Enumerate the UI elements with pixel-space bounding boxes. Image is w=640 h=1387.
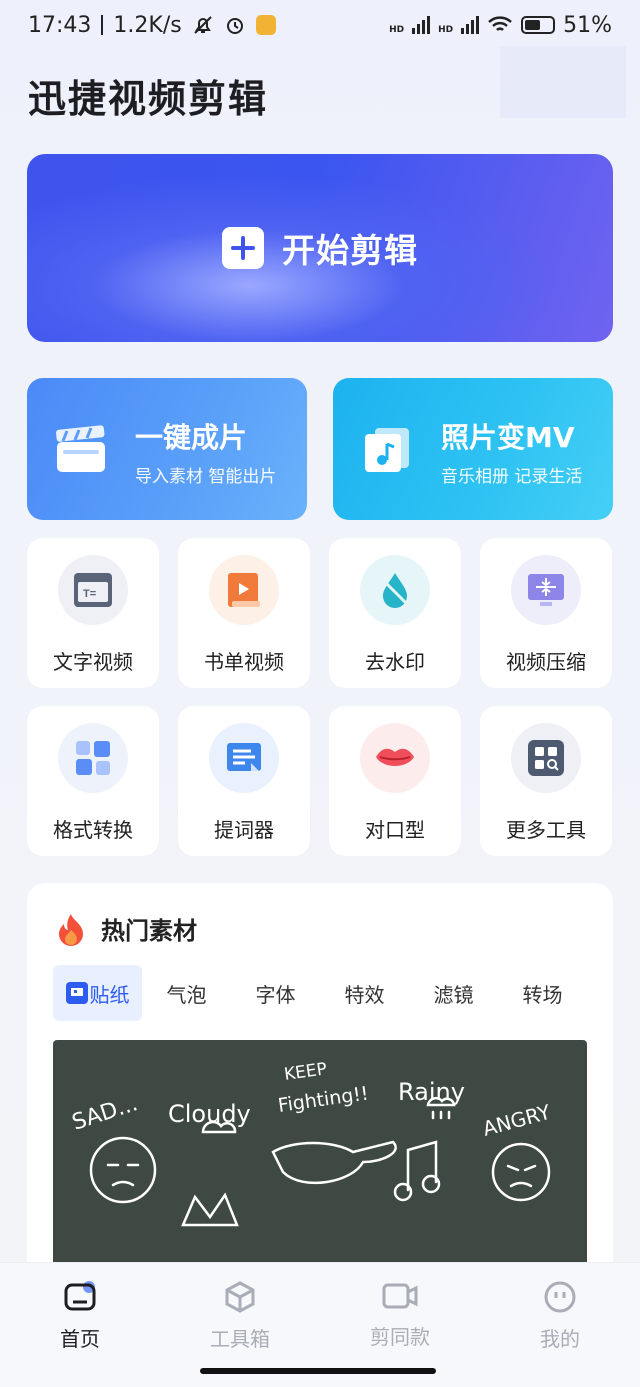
tool-text-video[interactable]: T= 文字视频 (27, 538, 159, 688)
tab-effects[interactable]: 特效 (320, 965, 409, 1021)
compress-video-icon (511, 555, 581, 625)
text-video-icon: T= (58, 555, 128, 625)
mute-bell-icon (193, 16, 212, 34)
nav-profile[interactable]: 我的 (515, 1281, 605, 1352)
tool-label: 对口型 (365, 818, 425, 842)
sticker-icon (65, 982, 88, 1004)
signal-icon-2 (461, 16, 480, 34)
tool-label: 更多工具 (506, 818, 586, 842)
feature-title: 照片变MV (441, 421, 575, 454)
start-editing-button[interactable]: 开始剪辑 (27, 154, 613, 342)
feature-title: 一键成片 (135, 421, 248, 454)
nav-home[interactable]: 首页 (35, 1281, 125, 1352)
fire-icon (59, 913, 83, 946)
tab-bubbles[interactable]: 气泡 (142, 965, 231, 1021)
doodle-word: Cloudy (168, 1100, 251, 1128)
tab-fonts[interactable]: 字体 (231, 965, 320, 1021)
home-icon (64, 1281, 96, 1311)
tool-label: 书单视频 (204, 650, 284, 674)
tool-compress-video[interactable]: 视频压缩 (480, 538, 612, 688)
tool-format-convert[interactable]: 格式转换 (27, 706, 159, 856)
tab-stickers[interactable]: 贴纸 (53, 965, 142, 1021)
tool-more-tools[interactable]: 更多工具 (480, 706, 612, 856)
toolbox-icon (225, 1281, 255, 1313)
profile-icon (544, 1281, 576, 1313)
tool-lip-sync[interactable]: 对口型 (329, 706, 461, 856)
tool-remove-watermark[interactable]: 去水印 (329, 538, 461, 688)
tool-label: 文字视频 (53, 650, 133, 674)
tool-label: 视频压缩 (506, 650, 586, 674)
tab-transitions[interactable]: 转场 (498, 965, 587, 1021)
feature-subtitle: 音乐相册 记录生活 (441, 467, 583, 487)
hot-materials-card: 热门素材 贴纸 气泡 字体 特效 滤镜 转场 SAD... Cloudy KEE… (27, 883, 613, 1303)
format-convert-icon (58, 723, 128, 793)
battery-percent: 51% (563, 12, 612, 38)
tool-book-video[interactable]: 书单视频 (178, 538, 310, 688)
svg-text:T=: T= (83, 588, 96, 600)
home-indicator (200, 1368, 436, 1374)
clock: 17:43 (28, 12, 92, 38)
photo-to-mv-card[interactable]: 照片变MV 音乐相册 记录生活 (333, 378, 613, 520)
app-title: 迅捷视频剪辑 (28, 77, 269, 121)
remove-watermark-icon (360, 555, 430, 625)
clapperboard-icon (56, 425, 105, 472)
teleprompter-icon (209, 723, 279, 793)
signal-icon-1 (412, 16, 431, 34)
tool-teleprompter[interactable]: 提词器 (178, 706, 310, 856)
nav-same-style[interactable]: 剪同款 (355, 1281, 445, 1350)
status-divider (101, 15, 104, 35)
doodle-word: Rainy (398, 1078, 465, 1106)
wifi-icon (488, 16, 512, 31)
doodle-word: Fighting!! (277, 1083, 370, 1117)
notification-app-icon (255, 15, 276, 35)
battery-icon (521, 16, 556, 34)
status-bar: 17:43 1.2K/s HD HD 51% (0, 0, 640, 50)
book-video-icon (209, 555, 279, 625)
video-camera-icon (382, 1283, 418, 1309)
start-editing-label: 开始剪辑 (282, 231, 418, 270)
alarm-icon (226, 18, 243, 34)
material-tabs: 贴纸 气泡 字体 特效 滤镜 转场 (53, 965, 587, 1021)
feature-subtitle: 导入素材 智能出片 (135, 467, 277, 487)
hd-label-1: HD (389, 24, 405, 35)
top-right-banner[interactable] (500, 46, 626, 118)
tool-label: 提词器 (214, 818, 274, 842)
music-photo-icon (365, 428, 409, 472)
lip-sync-icon (360, 723, 430, 793)
more-tools-icon (511, 723, 581, 793)
hd-label-2: HD (438, 24, 454, 35)
doodle-word: ANGRY (480, 1100, 554, 1141)
hot-materials-title: 热门素材 (101, 917, 197, 945)
doodle-word: SAD... (69, 1091, 141, 1136)
one-click-video-card[interactable]: 一键成片 导入素材 智能出片 (27, 378, 307, 520)
tab-filters[interactable]: 滤镜 (409, 965, 498, 1021)
plus-icon (222, 227, 264, 269)
doodle-word: KEEP (283, 1059, 328, 1085)
network-speed: 1.2K/s (113, 12, 182, 38)
nav-toolbox[interactable]: 工具箱 (195, 1281, 285, 1352)
tool-label: 格式转换 (53, 818, 133, 842)
tool-label: 去水印 (365, 650, 425, 674)
